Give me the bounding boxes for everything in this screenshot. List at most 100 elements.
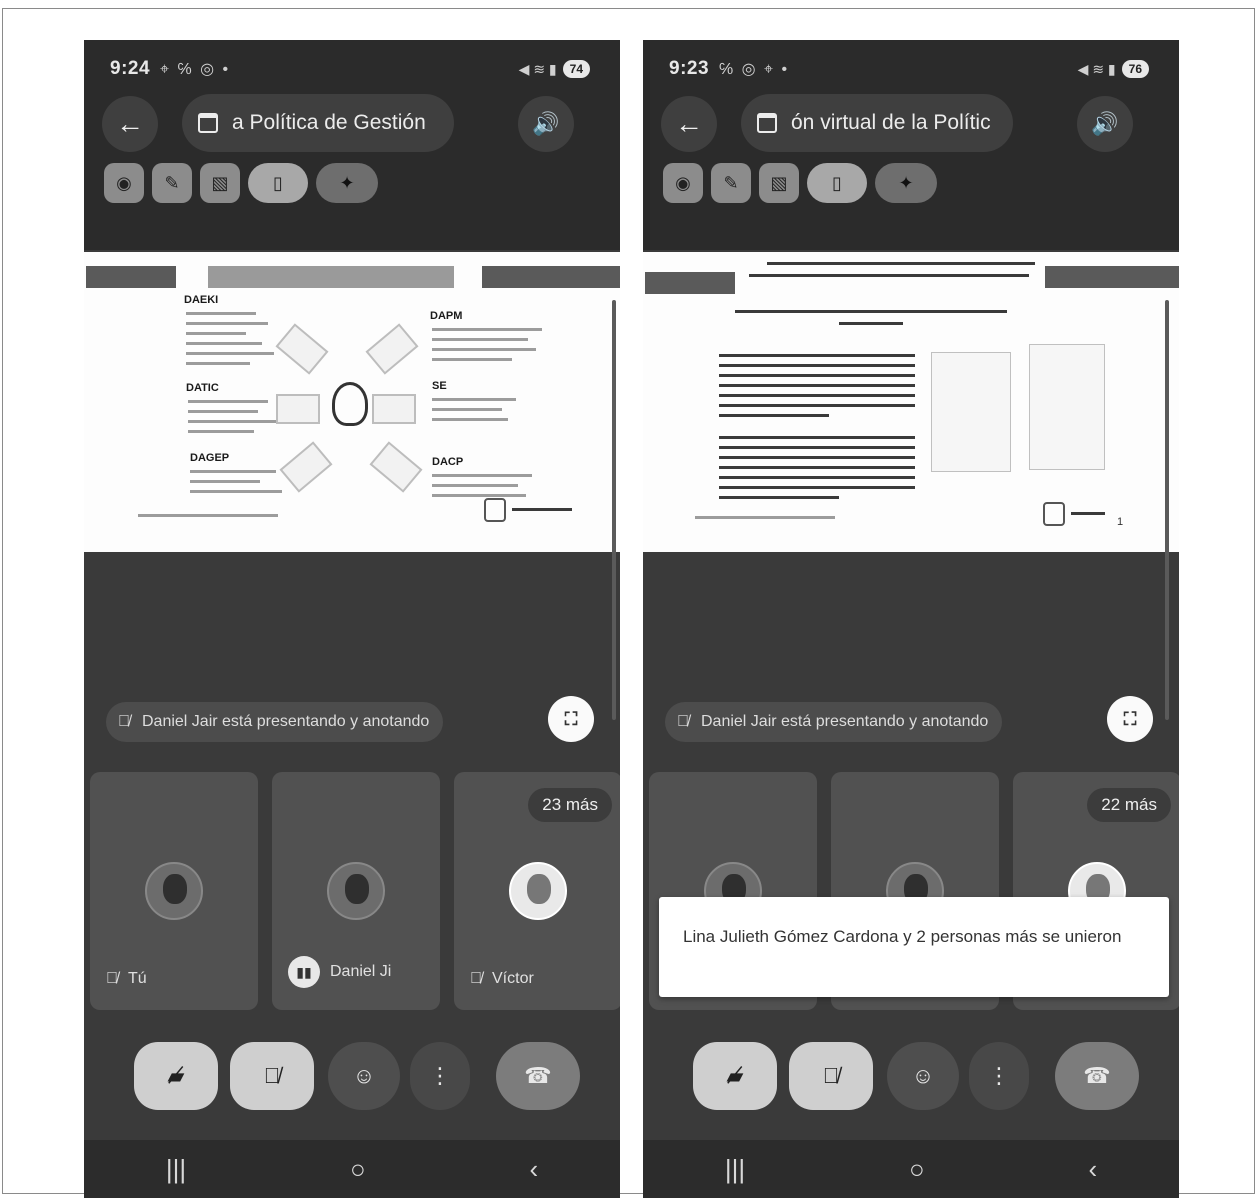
node-label: DAPM — [430, 310, 463, 322]
more-options-button[interactable]: ⋮ — [410, 1042, 470, 1110]
record-tool-button[interactable]: ◉ — [104, 163, 144, 203]
scrollbar[interactable] — [612, 300, 616, 720]
node-label: DAGEP — [190, 452, 230, 464]
hang-up-button[interactable]: ☎ — [1055, 1042, 1139, 1110]
text-line — [432, 494, 526, 497]
more-participants-chip[interactable]: 23 más — [528, 788, 612, 822]
pen-tool-button[interactable]: ✎ — [711, 163, 751, 203]
page-number: 1 — [1117, 516, 1124, 528]
notification-icons: ⌖ ℅ ◎ • — [160, 61, 231, 78]
fullscreen-button[interactable]: ⛶ — [548, 696, 594, 742]
speaker-button[interactable]: 🔊 — [518, 96, 574, 152]
participant-tile-other[interactable]: 23 más 🎙̸ Víctor — [454, 772, 620, 1010]
document-thumbnail — [931, 352, 1011, 472]
status-right: ◀ ≋ ▮ 76 — [1078, 60, 1149, 78]
text-line — [186, 352, 274, 355]
speaker-button[interactable]: 🔊 — [1077, 96, 1133, 152]
page-tool-button[interactable]: ▯ — [807, 163, 867, 203]
footer-url-line — [695, 516, 835, 519]
call-top-bar: 9:24 ⌖ ℅ ◎ • ◀ ≋ ▮ 74 ← a Política de Ge… — [84, 40, 620, 250]
text-line — [432, 358, 512, 361]
tile-label: 🎙̸ Víctor — [470, 970, 534, 988]
hang-up-button[interactable]: ☎ — [496, 1042, 580, 1110]
hide-annotations-button[interactable]: ▧ — [200, 163, 240, 203]
battery-indicator: 74 — [562, 60, 590, 78]
android-nav-bar: ||| ○ ‹ — [643, 1140, 1179, 1198]
emoji-icon: ☺ — [352, 1063, 376, 1088]
more-vert-icon: ⋮ — [988, 1063, 1010, 1088]
presenting-status-chip: 🎙̸ Daniel Jair está presentando y anotan… — [106, 702, 444, 742]
join-notification-toast: Lina Julieth Gómez Cardona y 2 personas … — [659, 897, 1169, 997]
center-logo-icon — [332, 382, 368, 426]
back-nav-button[interactable]: ‹ — [1088, 1154, 1097, 1185]
effects-sparkle-button[interactable]: ✦ — [316, 163, 378, 203]
node-label: DATIC — [186, 382, 219, 394]
text-line — [719, 404, 915, 407]
recents-button[interactable]: ||| — [166, 1154, 186, 1185]
back-arrow-button[interactable]: ← — [661, 96, 717, 152]
mic-off-icon: 🎙̸ — [118, 713, 130, 730]
text-line — [188, 430, 254, 433]
phone-screenshot-right: 9:23 ℅ ◎ ⌖ • ◀ ≋ ▮ 76 ← ón virtual de la… — [643, 40, 1179, 1198]
notification-icons: ℅ ◎ ⌖ • — [719, 61, 790, 78]
back-arrow-button[interactable]: ← — [102, 96, 158, 152]
recents-button[interactable]: ||| — [725, 1154, 745, 1185]
phone-screenshot-left: 9:24 ⌖ ℅ ◎ • ◀ ≋ ▮ 74 ← a Política de Ge… — [84, 40, 620, 1198]
presenting-text: Daniel Jair está presentando y anotando — [701, 713, 989, 730]
tile-label: 🎙̸ Tú — [106, 970, 147, 988]
home-button[interactable]: ○ — [909, 1154, 925, 1185]
text-line — [719, 456, 915, 459]
status-bar: 9:24 ⌖ ℅ ◎ • ◀ ≋ ▮ 74 — [110, 56, 590, 82]
document-thumbnail — [1029, 344, 1105, 470]
more-options-button[interactable]: ⋮ — [969, 1042, 1029, 1110]
participant-tiles: 🎙̸ Tú ▮▮ Daniel Ji 23 más 🎙̸ Víctor — [90, 772, 620, 1010]
tile-label: ▮▮ Daniel Ji — [288, 956, 391, 988]
slide-header-left — [645, 272, 735, 294]
battery-indicator: 76 — [1121, 60, 1149, 78]
text-line — [719, 354, 915, 357]
home-button[interactable]: ○ — [350, 1154, 366, 1185]
mic-toggle-button[interactable]: 🎙̸ — [789, 1042, 873, 1110]
status-time: 9:23 — [669, 58, 710, 79]
participant-tile-presenter[interactable]: ▮▮ Daniel Ji — [272, 772, 440, 1010]
text-line — [188, 420, 276, 423]
node-label: DACP — [432, 456, 464, 468]
fullscreen-button[interactable]: ⛶ — [1107, 696, 1153, 742]
text-line — [432, 338, 528, 341]
text-line — [186, 362, 250, 365]
pen-tool-button[interactable]: ✎ — [152, 163, 192, 203]
camera-toggle-button[interactable]: ▰̸ — [693, 1042, 777, 1110]
page-tool-button[interactable]: ▯ — [248, 163, 308, 203]
slide-header-right — [482, 266, 620, 288]
signal-icons: ◀ ≋ ▮ — [1077, 60, 1116, 77]
android-nav-bar: ||| ○ ‹ — [84, 1140, 620, 1198]
text-line — [432, 328, 542, 331]
text-line — [186, 332, 246, 335]
camera-toggle-button[interactable]: ▰̸ — [134, 1042, 218, 1110]
scrollbar[interactable] — [1165, 300, 1169, 720]
mic-toggle-button[interactable]: 🎙̸ — [230, 1042, 314, 1110]
text-line — [432, 484, 518, 487]
participant-tile-self[interactable]: 🎙̸ Tú — [90, 772, 258, 1010]
text-line — [186, 322, 268, 325]
mic-off-icon: 🎙̸ — [470, 970, 482, 987]
record-tool-button[interactable]: ◉ — [663, 163, 703, 203]
call-control-bar: ▰̸ 🎙̸ ☺ ⋮ ☎ — [683, 1042, 1149, 1110]
text-line — [719, 364, 915, 367]
mic-off-icon: 🎙̸ — [822, 1063, 840, 1088]
node-label: DAEKI — [184, 294, 219, 306]
effects-sparkle-button[interactable]: ✦ — [875, 163, 937, 203]
participant-name: Tú — [128, 970, 147, 987]
annotation-toolbar: ◉ ✎ ▧ ▯ ✦ — [104, 163, 378, 203]
slide-title-line — [839, 322, 903, 325]
back-nav-button[interactable]: ‹ — [529, 1154, 538, 1185]
reactions-button[interactable]: ☺ — [328, 1042, 400, 1110]
reactions-button[interactable]: ☺ — [887, 1042, 959, 1110]
text-line — [719, 476, 915, 479]
meeting-title-pill[interactable]: a Política de Gestión — [182, 94, 454, 152]
meeting-title-pill[interactable]: ón virtual de la Polític — [741, 94, 1013, 152]
text-line — [432, 418, 508, 421]
call-control-bar: ▰̸ 🎙̸ ☺ ⋮ ☎ — [124, 1042, 590, 1110]
hide-annotations-button[interactable]: ▧ — [759, 163, 799, 203]
more-participants-chip[interactable]: 22 más — [1087, 788, 1171, 822]
